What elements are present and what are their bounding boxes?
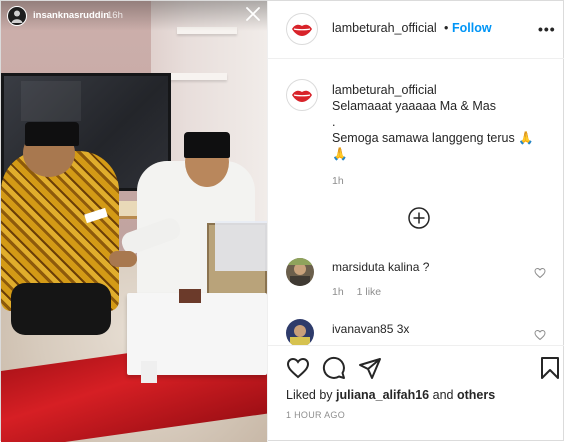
caption-username[interactable]: lambeturah_official xyxy=(332,83,437,97)
follow-button[interactable]: Follow xyxy=(452,21,492,35)
more-options-button[interactable]: ••• xyxy=(538,21,556,37)
comment-heart-icon[interactable] xyxy=(534,329,546,341)
comment-text: kalina ? xyxy=(388,260,430,274)
liked-by-and: and xyxy=(429,388,457,402)
commenter-avatar[interactable] xyxy=(286,319,314,345)
story-avatar-figure-icon xyxy=(11,10,23,23)
comment-likes[interactable]: 1 like xyxy=(357,286,382,298)
liked-by-prefix: Liked by xyxy=(286,388,337,402)
caption-line: Semoga samawa langgeng terus 🙏 xyxy=(332,131,534,145)
instagram-post-frame: insanknasruddin 16h lambeturah_official … xyxy=(0,0,564,442)
post-side-panel: lambeturah_official • Follow ••• lambetu… xyxy=(267,1,564,442)
plus-circle-icon[interactable] xyxy=(408,207,430,229)
post-author-username[interactable]: lambeturah_official xyxy=(332,21,437,35)
comments-section[interactable]: lambeturah_official Selamaaat yaaaaa Ma … xyxy=(268,59,564,345)
photo-person-left-pants xyxy=(11,283,111,335)
photo-gift-wrap xyxy=(215,221,267,271)
photo-person-right-cap xyxy=(184,132,230,158)
post-actions-bar: Liked by juliana_alifah16 and others 1 H… xyxy=(268,345,564,442)
comment-heart-icon[interactable] xyxy=(534,267,546,279)
account-avatar[interactable] xyxy=(286,13,318,45)
paper-plane-icon[interactable] xyxy=(358,356,382,380)
comment-time: 1h xyxy=(332,286,344,298)
story-avatar[interactable] xyxy=(7,6,27,26)
lips-logo-icon xyxy=(292,90,312,102)
comment-text: 3x xyxy=(396,322,410,336)
caption-avatar[interactable] xyxy=(286,79,318,111)
heart-icon[interactable] xyxy=(286,356,310,380)
story-username[interactable]: insanknasruddin xyxy=(33,10,109,21)
commenter-photo-icon xyxy=(286,258,314,286)
story-time: 16h xyxy=(107,10,123,21)
post-photo[interactable]: insanknasruddin 16h xyxy=(1,1,267,442)
comment-meta: 1h 1 like xyxy=(332,286,381,298)
comment-username[interactable]: ivanavan85 xyxy=(332,322,393,336)
photo-person-left-cap xyxy=(25,122,79,146)
liked-by-user[interactable]: juliana_alifah16 xyxy=(336,388,429,402)
bookmark-icon[interactable] xyxy=(538,356,562,380)
commenter-avatar[interactable] xyxy=(286,258,314,286)
close-icon[interactable] xyxy=(245,6,261,22)
lips-logo-icon xyxy=(292,24,312,36)
photo-table-leg xyxy=(141,361,157,383)
caption-line: 🙏 xyxy=(332,147,348,161)
story-header: insanknasruddin 16h xyxy=(1,1,267,31)
photo-small-box xyxy=(179,289,201,303)
comment-row: ivanavan85 3x xyxy=(332,322,409,336)
comment-row: marsiduta kalina ? xyxy=(332,260,429,274)
caption-line: . xyxy=(332,115,336,129)
post-header: lambeturah_official • Follow ••• xyxy=(268,1,564,59)
caption-line: Selamaaat yaaaaa Ma & Mas xyxy=(332,99,496,113)
caption-time: 1h xyxy=(332,175,344,187)
photo-tv-reflection xyxy=(21,81,81,121)
post-date[interactable]: 1 HOUR AGO xyxy=(286,410,345,420)
commenter-photo-icon xyxy=(286,319,314,345)
liked-by-others[interactable]: others xyxy=(457,388,495,402)
photo-handshake xyxy=(109,251,137,267)
header-separator: • xyxy=(444,21,449,35)
comment-icon[interactable] xyxy=(322,356,346,380)
liked-by-text: Liked by juliana_alifah16 and others xyxy=(286,388,495,402)
comment-username[interactable]: marsiduta xyxy=(332,260,385,274)
